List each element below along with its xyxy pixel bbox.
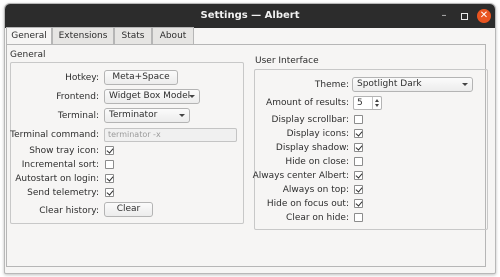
clear-on-hide-label: Clear on hide:: [286, 213, 349, 223]
hotkey-button[interactable]: Meta+Space: [104, 70, 178, 85]
display-shadow-label: Display shadow:: [275, 143, 349, 153]
window-title: Settings — Albert: [200, 10, 300, 21]
autostart-checkbox[interactable]: [105, 174, 114, 183]
display-scrollbar-checkbox[interactable]: [354, 115, 363, 124]
send-telemetry-checkbox[interactable]: [105, 188, 114, 197]
theme-label: Theme:: [314, 80, 349, 90]
frontend-value: Widget Box Model: [109, 91, 191, 101]
show-tray-icon-checkbox[interactable]: [105, 146, 114, 155]
tab-general[interactable]: General: [6, 27, 52, 45]
spin-buttons[interactable]: [372, 97, 381, 109]
display-icons-checkbox[interactable]: [354, 129, 363, 138]
always-center-checkbox[interactable]: [354, 171, 363, 180]
amount-results-value: 5: [357, 98, 363, 108]
chevron-down-icon: [462, 83, 468, 86]
terminal-label: Terminal:: [57, 111, 99, 121]
clear-on-hide-checkbox[interactable]: [354, 213, 363, 222]
amount-results-label: Amount of results:: [266, 98, 349, 108]
hide-on-close-checkbox[interactable]: [354, 157, 363, 166]
theme-value: Spotlight Dark: [357, 79, 422, 89]
hide-on-focus-out-checkbox[interactable]: [354, 199, 363, 208]
tab-about[interactable]: About: [152, 27, 194, 44]
minimize-icon[interactable]: –: [437, 9, 451, 23]
display-icons-label: Display icons:: [286, 129, 349, 139]
amount-results-spinbox[interactable]: 5: [353, 96, 382, 110]
chevron-down-icon: [189, 95, 195, 98]
arrow-up-icon[interactable]: [375, 99, 379, 102]
tab-extensions[interactable]: Extensions: [52, 27, 114, 44]
clear-history-label: Clear history:: [39, 206, 99, 216]
always-center-label: Always center Albert:: [252, 171, 349, 181]
send-telemetry-label: Send telemetry:: [27, 188, 99, 198]
clear-history-button[interactable]: Clear: [104, 202, 153, 217]
close-icon[interactable]: ✕: [477, 9, 491, 23]
display-shadow-checkbox[interactable]: [354, 143, 363, 152]
general-group: [10, 62, 244, 224]
frontend-select[interactable]: Widget Box Model: [104, 89, 200, 104]
maximize-icon[interactable]: [457, 9, 471, 23]
hide-on-focus-out-label: Hide on focus out:: [266, 199, 349, 209]
hide-on-close-label: Hide on close:: [285, 157, 349, 167]
incremental-sort-checkbox[interactable]: [105, 160, 114, 169]
display-scrollbar-label: Display scrollbar:: [271, 115, 349, 125]
show-tray-icon-label: Show tray icon:: [29, 146, 99, 156]
ui-group-title: User Interface: [255, 56, 319, 66]
autostart-label: Autostart on login:: [15, 174, 99, 184]
hotkey-label: Hotkey:: [65, 73, 99, 83]
always-on-top-checkbox[interactable]: [354, 185, 363, 194]
incremental-sort-label: Incremental sort:: [21, 160, 99, 170]
general-group-title: General: [10, 50, 46, 60]
title-bar[interactable]: Settings — Albert – ✕: [5, 4, 495, 28]
arrow-down-icon[interactable]: [375, 104, 379, 107]
tab-stats[interactable]: Stats: [114, 27, 152, 44]
terminal-command-field[interactable]: terminator -x: [104, 128, 237, 142]
terminal-value: Terminator: [109, 110, 158, 120]
always-on-top-label: Always on top:: [282, 185, 349, 195]
chevron-down-icon: [179, 114, 185, 117]
theme-select[interactable]: Spotlight Dark: [352, 77, 473, 92]
frontend-label: Frontend:: [56, 92, 99, 102]
terminal-select[interactable]: Terminator: [104, 108, 190, 123]
terminal-command-label: Terminal command:: [10, 130, 99, 140]
